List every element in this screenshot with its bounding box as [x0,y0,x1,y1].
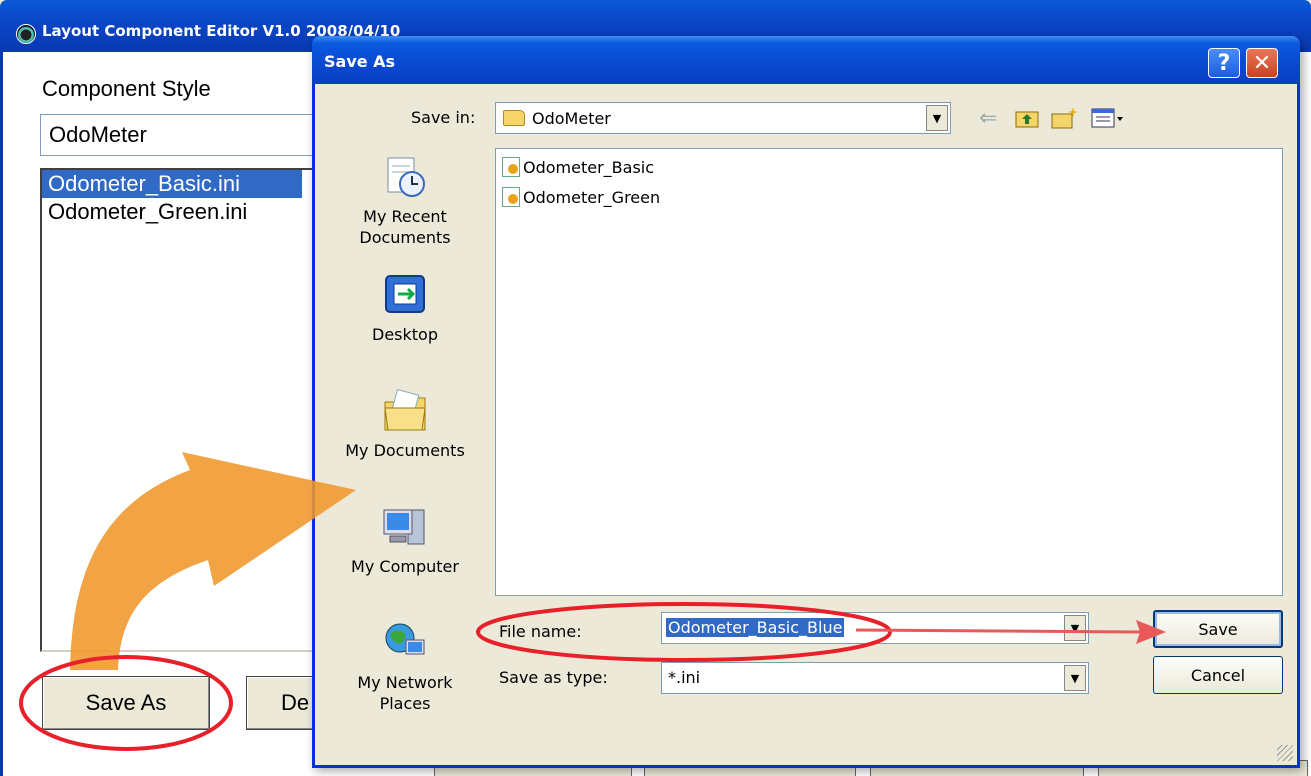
app-icon [16,24,36,44]
file-item[interactable]: Odometer_Green [502,187,660,207]
help-button[interactable]: ? [1208,48,1240,78]
place-desktop[interactable]: Desktop [335,272,475,345]
dialog-title-bar[interactable]: Save As ? ✕ [312,36,1300,84]
view-menu-icon[interactable] [1091,106,1125,130]
file-item-label: Odometer_Green [523,187,661,207]
list-item[interactable]: Odometer_Basic.ini [42,170,302,198]
back-arrow-icon[interactable]: ⇐ [979,106,997,131]
new-folder-icon[interactable] [1051,106,1079,130]
cancel-button[interactable]: Cancel [1153,656,1283,694]
save-as-type-value: *.ini [668,668,701,687]
resize-grip-icon[interactable] [1277,745,1293,761]
save-in-value: OdoMeter [532,109,611,128]
file-name-label: File name: [499,622,582,641]
component-style-label: Component Style [42,76,211,101]
file-name-value: Odometer_Basic_Blue [666,618,845,637]
close-button[interactable]: ✕ [1246,48,1278,78]
ini-file-icon [502,187,520,207]
ini-file-icon [502,157,520,177]
places-bar: My Recent Documents Desktop My Documents… [335,148,475,748]
place-label: Documents [359,228,451,247]
save-as-type-dropdown[interactable]: *.ini ▼ [661,662,1089,694]
chevron-down-icon[interactable]: ▼ [926,105,948,131]
file-name-input[interactable]: Odometer_Basic_Blue ▼ [661,612,1089,644]
up-folder-icon[interactable] [1015,106,1039,130]
place-my-recent-documents[interactable]: My Recent Documents [335,154,475,248]
save-in-dropdown[interactable]: OdoMeter ▼ [495,102,951,134]
place-my-network-places[interactable]: My Network Places [335,620,475,714]
file-item-label: Odometer_Basic [523,157,655,177]
save-as-type-label: Save as type: [499,668,608,687]
file-item[interactable]: Odometer_Basic [502,157,654,177]
chevron-down-icon[interactable]: ▼ [1064,665,1086,691]
save-in-label: Save in: [411,108,476,127]
place-label: My Recent [363,207,447,226]
place-label: Places [379,694,431,713]
place-label: My Documents [345,441,465,460]
file-list-pane[interactable]: Odometer_Basic Odometer_Green [495,148,1283,596]
chevron-down-icon[interactable]: ▼ [1064,615,1086,641]
component-file-list[interactable]: Odometer_Basic.ini Odometer_Green.ini [40,168,340,652]
my-computer-icon [382,504,428,550]
place-label: Desktop [372,325,438,344]
folder-icon [503,110,525,126]
network-places-icon [382,620,428,666]
dialog-title: Save As [324,52,396,71]
place-my-computer[interactable]: My Computer [335,504,475,577]
recent-documents-icon [382,154,428,200]
save-button[interactable]: Save [1153,610,1283,648]
place-label: My Network [357,673,453,692]
list-item[interactable]: Odometer_Green.ini [42,198,338,226]
my-documents-icon [382,388,428,434]
desktop-icon [382,272,428,318]
component-style-field[interactable]: OdoMeter [40,114,340,156]
place-my-documents[interactable]: My Documents [335,388,475,461]
save-as-button[interactable]: Save As [42,676,210,730]
save-as-dialog: Save As ? ✕ Save in: OdoMeter ▼ ⇐ My Rec… [312,36,1300,768]
place-label: My Computer [351,557,459,576]
